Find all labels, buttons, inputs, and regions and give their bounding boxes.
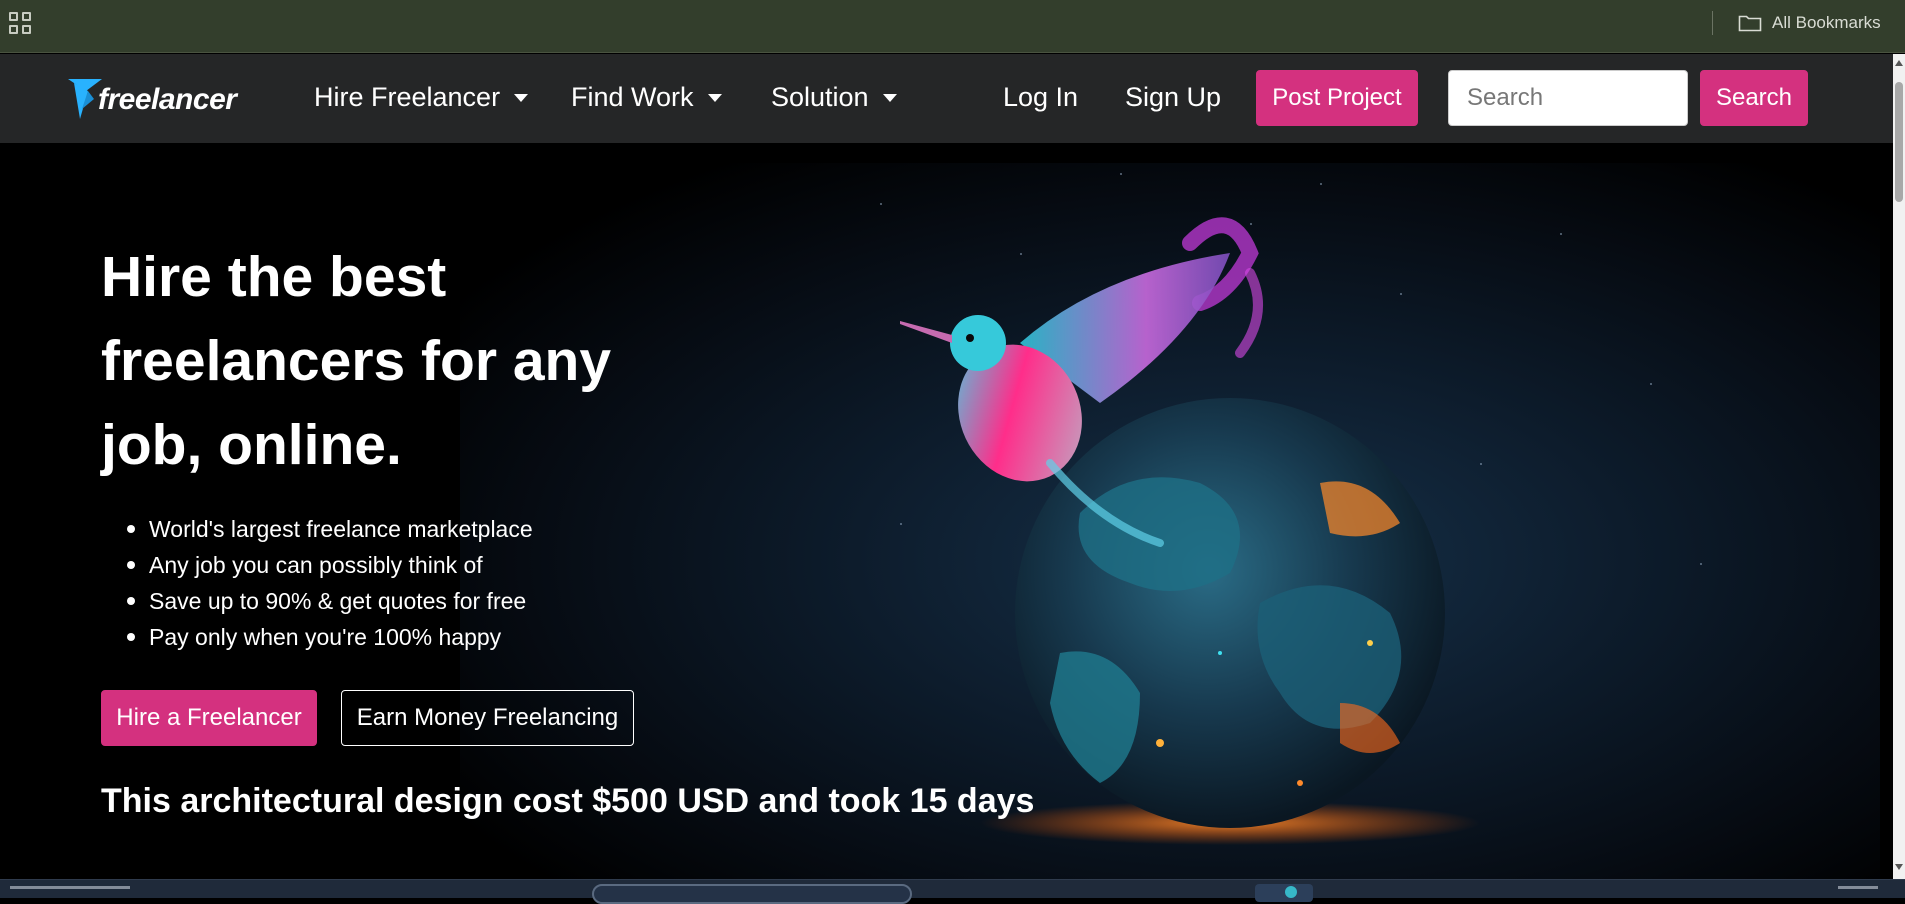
- bookmarks-bar: All Bookmarks: [0, 0, 1905, 53]
- nav-hire-freelancer-label: Hire Freelancer: [314, 82, 501, 112]
- list-item: World's largest freelance marketplace: [122, 511, 533, 547]
- apps-grid-icon[interactable]: [9, 12, 31, 34]
- search-input[interactable]: [1448, 70, 1688, 126]
- nav-find-work-dropdown[interactable]: Find Work: [571, 82, 722, 113]
- freelancer-bird-logo-icon: [68, 75, 102, 126]
- nav-hire-freelancer-dropdown[interactable]: Hire Freelancer: [314, 82, 529, 113]
- logo-text: freelancer: [98, 83, 237, 116]
- taskbar-clock[interactable]: [1838, 886, 1878, 889]
- search-button[interactable]: Search: [1700, 70, 1808, 126]
- signup-link[interactable]: Sign Up: [1125, 82, 1221, 113]
- hire-freelancer-button[interactable]: Hire a Freelancer: [101, 690, 317, 746]
- scroll-down-arrow-icon[interactable]: [1895, 864, 1903, 870]
- list-item: Any job you can possibly think of: [122, 547, 533, 583]
- list-item: Pay only when you're 100% happy: [122, 619, 533, 655]
- folder-icon: [1738, 14, 1762, 32]
- all-bookmarks-button[interactable]: All Bookmarks: [1738, 11, 1881, 35]
- page-scrollbar[interactable]: [1893, 54, 1905, 879]
- hero-title: Hire the best freelancers for any job, o…: [101, 245, 612, 477]
- caret-down-icon: [707, 93, 722, 102]
- scroll-thumb[interactable]: [1895, 82, 1903, 202]
- os-taskbar: [0, 879, 1905, 904]
- caret-down-icon: [882, 93, 897, 102]
- hero-benefits-list: World's largest freelance marketplace An…: [122, 511, 533, 655]
- all-bookmarks-label: All Bookmarks: [1772, 13, 1881, 32]
- freelancer-logo[interactable]: freelancer: [68, 75, 237, 126]
- hero-caption: This architectural design cost $500 USD …: [101, 782, 1035, 820]
- nav-find-work-label: Find Work: [571, 82, 694, 112]
- list-item: Save up to 90% & get quotes for free: [122, 583, 533, 619]
- caret-down-icon: [514, 93, 529, 102]
- nav-solution-label: Solution: [771, 82, 869, 112]
- bookmarks-divider: [1712, 11, 1713, 35]
- scroll-up-arrow-icon[interactable]: [1895, 60, 1903, 66]
- taskbar-left-item[interactable]: [10, 886, 130, 889]
- site-navbar: freelancer Hire Freelancer Find Work Sol…: [0, 54, 1893, 143]
- taskbar-app-icon[interactable]: [1255, 884, 1313, 902]
- login-link[interactable]: Log In: [1003, 82, 1078, 113]
- hero-section: Hire the best freelancers for any job, o…: [0, 143, 1893, 879]
- nav-solution-dropdown[interactable]: Solution: [771, 82, 897, 113]
- earn-money-button[interactable]: Earn Money Freelancing: [341, 690, 634, 746]
- taskbar-search[interactable]: [592, 884, 912, 904]
- post-project-button[interactable]: Post Project: [1256, 70, 1418, 126]
- hummingbird-globe-illustration: [900, 217, 1480, 845]
